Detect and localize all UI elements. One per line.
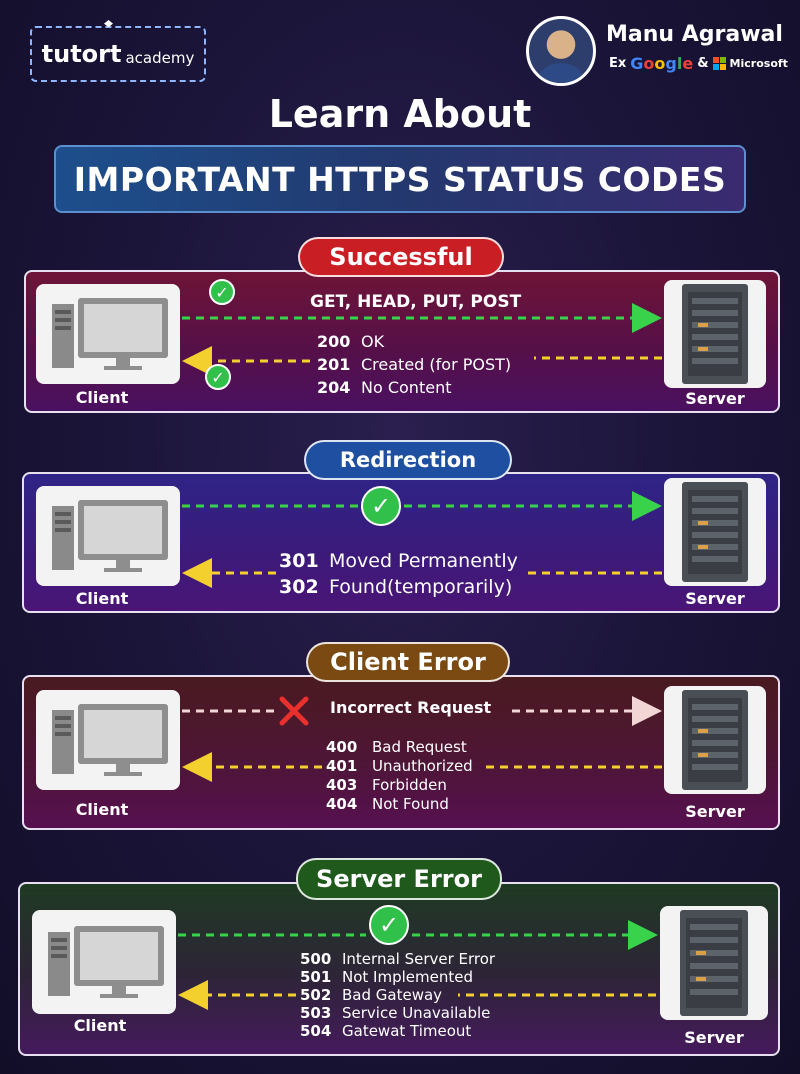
status-code-row: 401 Unauthorized — [326, 757, 473, 775]
check-icon: ✓ — [369, 905, 409, 945]
incorrect-request-label: Incorrect Request — [330, 698, 492, 717]
status-code-row: 404 Not Found — [326, 795, 449, 813]
server-label: Server — [685, 589, 745, 608]
status-code-row: 204 No Content — [317, 378, 452, 397]
client-label: Client — [73, 1016, 127, 1035]
status-code-row: 501 Not Implemented — [300, 968, 473, 986]
client-label: Client — [75, 800, 129, 819]
status-code-row: 503 Service Unavailable — [300, 1004, 491, 1022]
server-label: Server — [684, 1028, 744, 1047]
status-code-list: 500 Internal Server Error 501 Not Implemen… — [300, 950, 495, 1040]
cross-icon — [279, 696, 309, 726]
status-code-row: 400 Bad Request — [326, 738, 467, 756]
redirection-title: Redirection — [304, 440, 512, 480]
server-label: Server — [685, 802, 745, 821]
status-code-list: 400 Bad Request 401 Unauthorized 403 Forbid… — [326, 738, 473, 814]
status-code-row: 302 Found(temporarily) — [279, 576, 513, 598]
status-code-row: 200 OK — [317, 332, 385, 351]
client-error-title: Client Error — [306, 642, 510, 682]
status-code-row: 502 Bad Gateway — [300, 986, 443, 1004]
successful-title: Successful — [298, 237, 504, 277]
client-label: Client — [75, 589, 129, 608]
status-code-row: 201 Created (for POST) — [317, 355, 512, 374]
status-code-list: 301 Moved Permanently 302 Found(temporaril… — [279, 548, 518, 600]
status-code-row: 403 Forbidden — [326, 776, 447, 794]
status-code-list: 200 OK 201 Created (for POST) 204 No Conten… — [317, 330, 511, 399]
status-code-row: 301 Moved Permanently — [279, 550, 518, 572]
status-code-row: 504 Gatewat Timeout — [300, 1022, 472, 1040]
check-icon: ✓ — [361, 486, 401, 526]
check-icon: ✓ — [209, 279, 235, 305]
request-methods: GET, HEAD, PUT, POST — [310, 292, 522, 312]
check-icon: ✓ — [205, 364, 231, 390]
server-label: Server — [685, 389, 745, 408]
client-label: Client — [75, 388, 129, 407]
server-error-title: Server Error — [296, 858, 502, 900]
status-code-row: 500 Internal Server Error — [300, 950, 496, 968]
